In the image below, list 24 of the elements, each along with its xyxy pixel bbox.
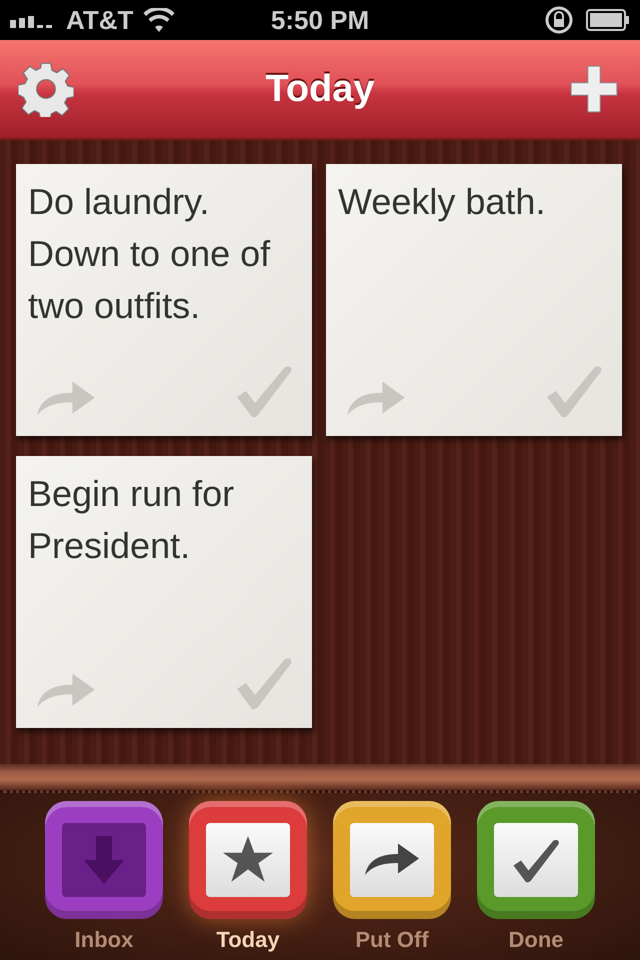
task-text: Begin run for President. <box>28 472 236 568</box>
wifi-icon <box>143 8 176 32</box>
battery-icon <box>586 9 630 31</box>
screen-title: Today <box>265 68 375 110</box>
checkmark-icon[interactable] <box>544 364 604 418</box>
clock-time: 5:50 PM <box>270 4 370 36</box>
task-text: Do laundry. Down to one of two outfits. <box>28 180 272 328</box>
carrier-name: AT&T <box>66 4 134 36</box>
checkmark-icon[interactable] <box>511 838 561 882</box>
checkmark-icon[interactable] <box>234 364 294 418</box>
star-icon <box>223 836 273 884</box>
settings-icon <box>18 61 74 117</box>
down-arrow-icon <box>84 836 124 884</box>
checkmark-icon[interactable] <box>234 656 294 710</box>
rotation-lock-icon <box>544 5 574 35</box>
tab[interactable]: Done <box>471 801 601 960</box>
task-text: Weekly bath. <box>338 180 546 224</box>
tab[interactable]: Put Off <box>327 801 457 960</box>
add-icon <box>569 64 619 114</box>
tab[interactable]: Today <box>183 801 313 960</box>
task-card[interactable]: Begin run for President. <box>16 456 312 728</box>
tab[interactable]: Inbox <box>39 801 169 960</box>
task-card[interactable]: Do laundry. Down to one of two outfits. <box>16 164 312 436</box>
task-card[interactable]: Weekly bath. <box>326 164 622 436</box>
